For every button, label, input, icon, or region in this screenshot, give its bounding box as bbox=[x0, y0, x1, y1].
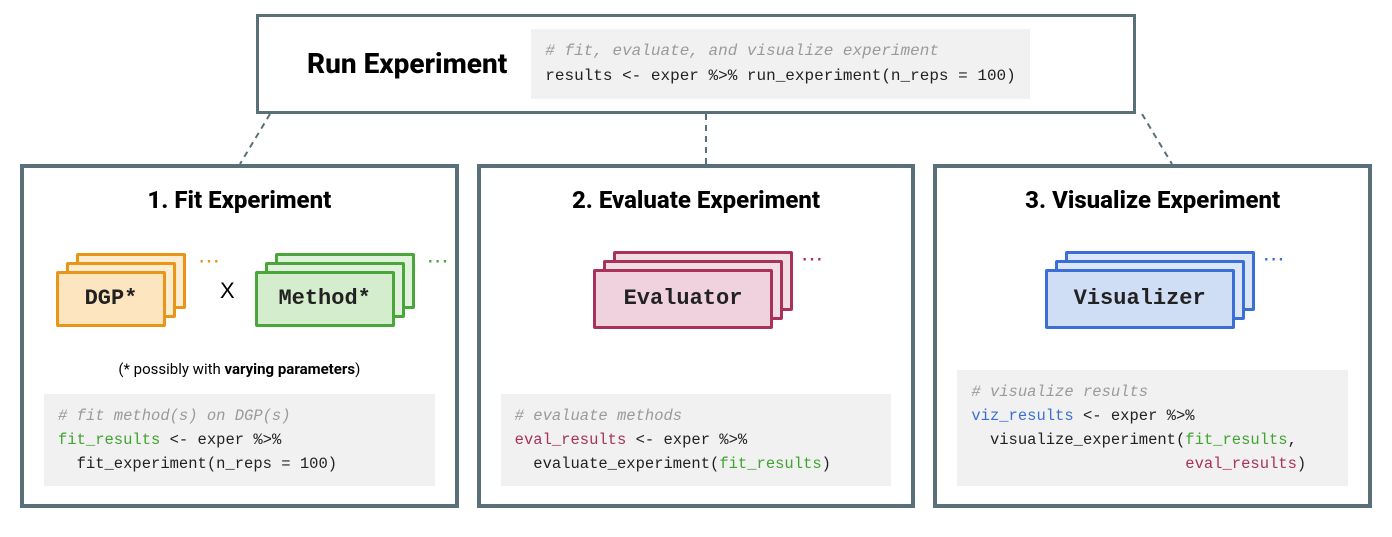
run-experiment-code: # fit, evaluate, and visualize experimen… bbox=[531, 29, 1029, 99]
fit-experiment-panel: 1. Fit Experiment DGP* ⋯ X Method* ⋯ (* … bbox=[20, 164, 459, 508]
dots-icon: ⋯ bbox=[1263, 247, 1289, 272]
fit-cards: DGP* ⋯ X Method* ⋯ bbox=[44, 236, 435, 346]
panels-row: 1. Fit Experiment DGP* ⋯ X Method* ⋯ (* … bbox=[10, 164, 1382, 508]
eval-title: 2. Evaluate Experiment bbox=[501, 186, 892, 214]
eval-code: # evaluate methods eval_results <- exper… bbox=[501, 394, 892, 486]
multiply-symbol: X bbox=[220, 278, 235, 304]
dgp-card: DGP* bbox=[56, 271, 166, 327]
connector-lines bbox=[10, 114, 1382, 164]
method-card-stack: Method* ⋯ bbox=[255, 253, 423, 329]
eval-cards: Evaluator ⋯ bbox=[501, 236, 892, 346]
evaluator-card: Evaluator bbox=[593, 269, 773, 329]
dots-icon: ⋯ bbox=[801, 247, 827, 272]
evaluate-experiment-panel: 2. Evaluate Experiment Evaluator ⋯ # eva… bbox=[477, 164, 916, 508]
run-experiment-title: Run Experiment bbox=[277, 47, 507, 80]
evaluator-card-stack: Evaluator ⋯ bbox=[593, 251, 799, 331]
run-experiment-box: Run Experiment # fit, evaluate, and visu… bbox=[256, 14, 1136, 114]
fit-title: 1. Fit Experiment bbox=[44, 186, 435, 214]
visualize-experiment-panel: 3. Visualize Experiment Visualizer ⋯ # v… bbox=[933, 164, 1372, 508]
dots-icon: ⋯ bbox=[427, 249, 453, 274]
code-comment: # fit, evaluate, and visualize experimen… bbox=[545, 42, 939, 60]
viz-title: 3. Visualize Experiment bbox=[957, 186, 1348, 214]
fit-code: # fit method(s) on DGP(s) fit_results <-… bbox=[44, 394, 435, 486]
dots-icon: ⋯ bbox=[198, 249, 224, 274]
fit-footnote: (* possibly with varying parameters) bbox=[44, 360, 435, 378]
viz-code: # visualize results viz_results <- exper… bbox=[957, 370, 1348, 486]
visualizer-card: Visualizer bbox=[1045, 269, 1235, 329]
viz-cards: Visualizer ⋯ bbox=[957, 236, 1348, 346]
visualizer-card-stack: Visualizer ⋯ bbox=[1045, 251, 1261, 331]
method-card: Method* bbox=[255, 271, 395, 327]
code-line: results <- exper %>% run_experiment(n_re… bbox=[545, 67, 1015, 85]
dgp-card-stack: DGP* ⋯ bbox=[56, 253, 200, 329]
